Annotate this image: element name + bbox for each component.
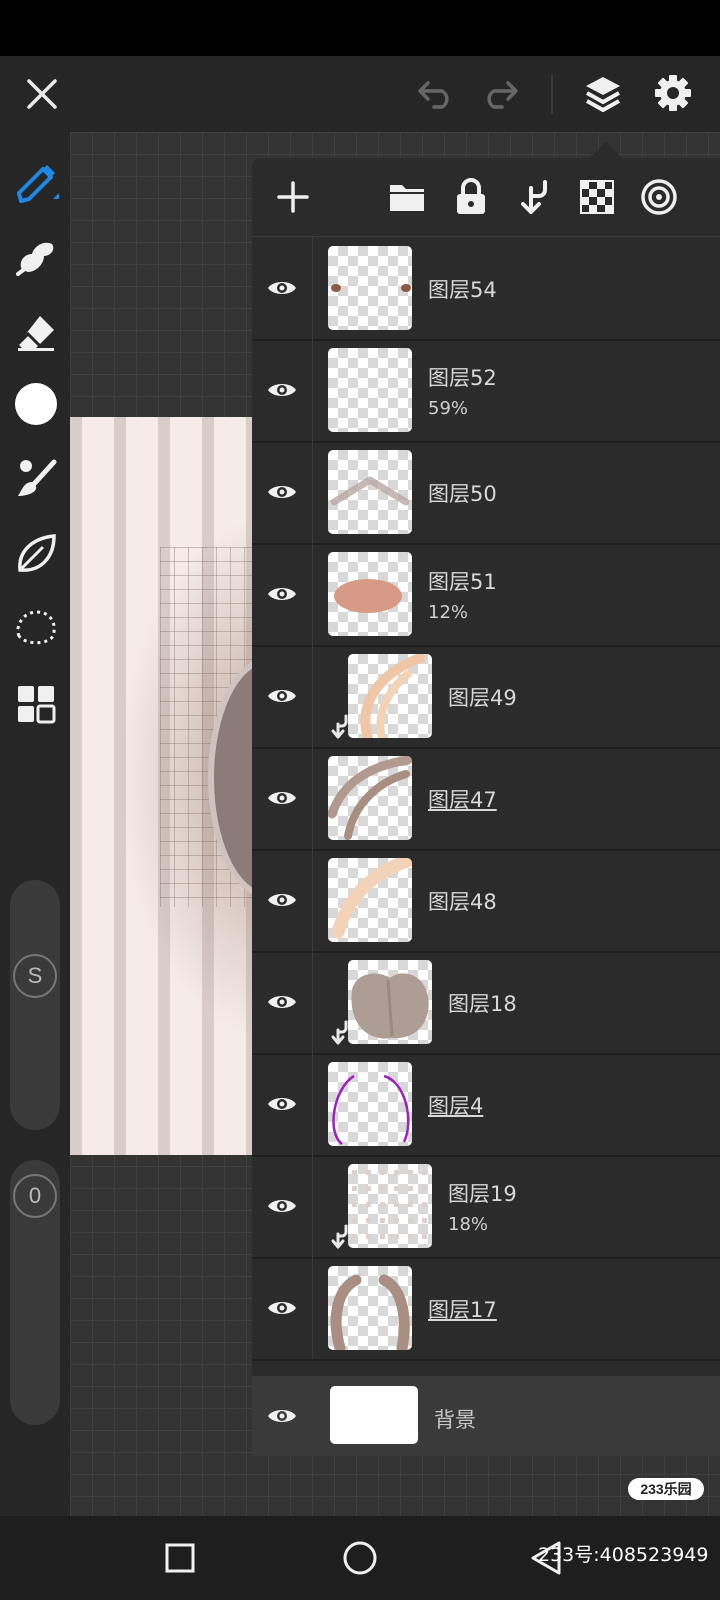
grid-icon[interactable]: [10, 678, 62, 730]
folder-icon[interactable]: [382, 172, 432, 222]
blend-icon[interactable]: [634, 172, 684, 222]
recents-icon[interactable]: [156, 1534, 204, 1582]
layer-name: 图层48: [428, 890, 497, 914]
redo-icon[interactable]: [476, 70, 524, 118]
pen-icon[interactable]: [10, 156, 62, 208]
layer-name: 图层47: [428, 788, 497, 812]
visibility-eye-icon[interactable]: [252, 644, 313, 747]
visibility-eye-icon[interactable]: [252, 848, 313, 951]
layer-name: 图层19: [448, 1182, 517, 1206]
lock-icon[interactable]: [446, 172, 496, 222]
layer-thumbnail: [330, 1386, 418, 1444]
artwork: [70, 417, 252, 1155]
layer-thumbnail: [328, 552, 412, 636]
layer-row[interactable]: 图层51 12%: [252, 542, 720, 647]
visibility-eye-icon[interactable]: [252, 338, 313, 441]
layer-name: 图层49: [448, 686, 517, 710]
layer-row[interactable]: 图层50: [252, 440, 720, 545]
layer-row-background[interactable]: 背景: [252, 1376, 720, 1456]
layers-toolbar: [252, 158, 720, 237]
top-toolbar: [0, 56, 720, 132]
layer-row[interactable]: 图层18: [252, 950, 720, 1055]
visibility-eye-icon[interactable]: [252, 746, 313, 849]
lasso-icon[interactable]: [10, 602, 62, 654]
layer-thumbnail: [348, 654, 432, 738]
add-icon[interactable]: [268, 172, 318, 222]
layer-thumbnail: [328, 450, 412, 534]
layer-thumbnail: [328, 756, 412, 840]
layer-row[interactable]: 图层47: [252, 746, 720, 851]
layer-name: 图层17: [428, 1298, 497, 1322]
toolbar-divider: [551, 74, 553, 114]
visibility-eye-icon[interactable]: [252, 1256, 313, 1359]
clipping-mask-icon: [330, 1020, 352, 1046]
settings-icon[interactable]: [648, 68, 698, 118]
layer-thumbnail: [328, 246, 412, 330]
panel-caret: [590, 142, 622, 158]
layer-name: 图层4: [428, 1094, 484, 1118]
layer-row[interactable]: 图层4: [252, 1052, 720, 1157]
opacity-slider[interactable]: 0: [10, 1160, 60, 1425]
visibility-eye-icon[interactable]: [252, 236, 313, 339]
clipping-mask-icon: [330, 1224, 352, 1250]
visibility-eye-icon[interactable]: [252, 440, 313, 543]
color-swatch[interactable]: [10, 378, 62, 430]
undo-icon[interactable]: [412, 70, 460, 118]
visibility-eye-icon[interactable]: [252, 1052, 313, 1155]
layer-thumbnail: [328, 1266, 412, 1350]
layer-thumbnail: [328, 348, 412, 432]
status-bar: [0, 0, 720, 56]
layer-row[interactable]: 图层52 59%: [252, 338, 720, 443]
app-screen: S 0 图层54 图层52 59% 图层50 图层51 12% 图层49 图层4…: [0, 0, 720, 1600]
leaf-icon[interactable]: [10, 528, 62, 580]
visibility-eye-icon[interactable]: [252, 1154, 313, 1257]
layer-row[interactable]: 图层49: [252, 644, 720, 749]
layers-panel: 图层54 图层52 59% 图层50 图层51 12% 图层49 图层47 图层48 图层18 图层…: [252, 158, 720, 1456]
home-icon[interactable]: [336, 1534, 384, 1582]
layer-opacity: 18%: [448, 1214, 489, 1235]
layer-row[interactable]: 图层17: [252, 1256, 720, 1361]
layer-row[interactable]: 图层19 18%: [252, 1154, 720, 1259]
transparency-icon[interactable]: [572, 172, 622, 222]
opacity-knob[interactable]: 0: [13, 1174, 57, 1218]
layer-opacity: 12%: [428, 602, 469, 623]
layer-name: 图层50: [428, 482, 497, 506]
watermark-id: 233号:408523949: [538, 1544, 709, 1566]
brush-size-knob[interactable]: S: [13, 954, 57, 998]
layer-opacity: 59%: [428, 398, 469, 419]
brush-size-slider[interactable]: S: [10, 880, 60, 1130]
layer-thumbnail: [328, 858, 412, 942]
close-icon[interactable]: [18, 70, 66, 118]
layer-name: 图层52: [428, 366, 497, 390]
layer-name: 图层54: [428, 278, 497, 302]
layer-thumbnail: [328, 1062, 412, 1146]
brush-icon[interactable]: [10, 452, 62, 504]
merge-down-icon[interactable]: [510, 172, 560, 222]
layer-name: 背景: [434, 1408, 476, 1432]
clipping-mask-icon: [330, 714, 352, 740]
smudge-icon[interactable]: [10, 230, 62, 282]
watermark-badge: 233乐园: [628, 1478, 704, 1500]
layers-icon[interactable]: [578, 68, 628, 118]
layer-name: 图层51: [428, 570, 497, 594]
layer-row[interactable]: 图层48: [252, 848, 720, 953]
visibility-eye-icon[interactable]: [252, 1376, 312, 1456]
layer-name: 图层18: [448, 992, 517, 1016]
layer-thumbnail: [348, 960, 432, 1044]
layer-thumbnail: [348, 1164, 432, 1248]
eraser-icon[interactable]: [10, 306, 62, 358]
visibility-eye-icon[interactable]: [252, 950, 313, 1053]
visibility-eye-icon[interactable]: [252, 542, 313, 645]
layer-row[interactable]: 图层54: [252, 236, 720, 341]
